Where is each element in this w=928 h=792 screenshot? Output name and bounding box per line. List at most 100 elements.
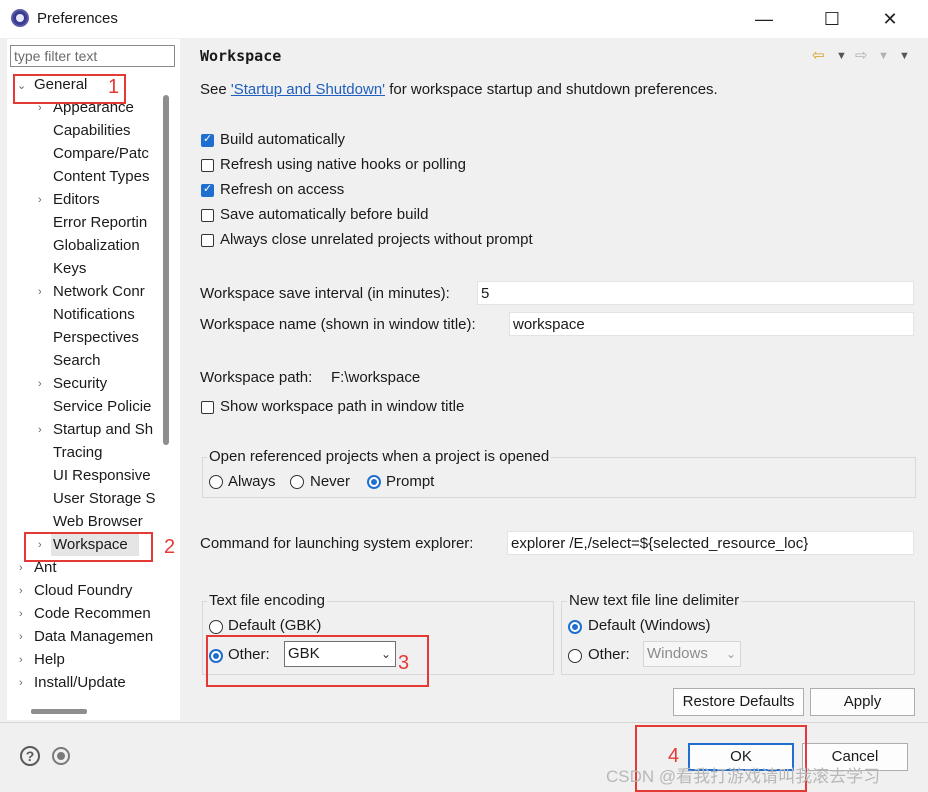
annotation-number-2: 2 [164,536,176,558]
open-ref-always-radio[interactable] [209,475,223,489]
delimiter-other-radio[interactable] [568,649,582,663]
page-title: Workspace [200,47,282,65]
line-delimiter-legend: New text file line delimiter [567,592,742,609]
system-explorer-label: Command for launching system explorer: [200,535,474,552]
tree-item-content-types[interactable]: Content Types [53,166,157,188]
chevron-right-icon[interactable]: › [38,419,42,441]
open-ref-prompt-label[interactable]: Prompt [386,473,434,490]
build-automatically-checkbox[interactable] [201,132,214,147]
delimiter-default-radio[interactable] [568,620,582,634]
encoding-default-label[interactable]: Default (GBK) [228,617,321,634]
open-ref-always-label[interactable]: Always [228,473,276,490]
tree-item-notifications[interactable]: Notifications [53,304,157,326]
back-dropdown-icon[interactable]: ▼ [836,46,847,66]
open-ref-prompt-radio[interactable] [367,475,381,489]
view-menu-icon[interactable]: ▼ [899,46,910,66]
chevron-right-icon[interactable]: › [38,281,42,303]
filter-input[interactable] [10,45,175,67]
delimiter-select[interactable]: Windows ⌄ [643,641,741,667]
footer-separator [0,722,928,723]
tree-item-cloud-foundry[interactable]: Cloud Foundry [34,580,160,602]
open-ref-never-radio[interactable] [290,475,304,489]
show-path-checkbox[interactable] [201,401,214,414]
tree-item-capabilities[interactable]: Capabilities [53,120,161,142]
close-unrelated-projects-label[interactable]: Always close unrelated projects without … [220,231,533,248]
startup-shutdown-intro: See 'Startup and Shutdown' for workspace… [200,81,718,98]
chevron-right-icon[interactable]: › [19,649,23,671]
tree-item-ui-responsiveness[interactable]: UI Responsive [53,465,157,487]
workspace-path-label: Workspace path: [200,369,313,386]
tree-item-network-connections[interactable]: Network Conr [53,281,157,303]
watermark: CSDN @看我打游戏请叫我滚去学习 [606,767,881,786]
chevron-right-icon[interactable]: › [19,557,23,579]
show-path-label[interactable]: Show workspace path in window title [220,398,464,415]
help-icon[interactable]: ? [20,746,40,766]
chevron-right-icon[interactable]: › [19,603,23,625]
tree-item-install-update[interactable]: Install/Update [34,672,160,694]
refresh-native-hooks-checkbox[interactable] [201,159,214,172]
forward-arrow-icon[interactable]: ⇨ [855,46,868,64]
tree-item-service-policies[interactable]: Service Policie [53,396,157,418]
tree-item-code-recommenders[interactable]: Code Recommen [34,603,158,625]
eclipse-app-icon [11,9,29,27]
tree-item-tracing[interactable]: Tracing [53,442,157,464]
save-interval-input[interactable]: 5 [477,281,914,305]
delimiter-default-label[interactable]: Default (Windows) [588,617,711,634]
tree-item-editors[interactable]: Editors [53,189,157,211]
tree-item-globalization[interactable]: Globalization [53,235,157,257]
tree-item-perspectives[interactable]: Perspectives [53,327,157,349]
tree-item-data-management[interactable]: Data Managemen [34,626,158,648]
chevron-right-icon[interactable]: › [19,672,23,694]
chevron-right-icon[interactable]: › [19,580,23,602]
tree-vertical-scrollbar[interactable] [163,95,169,445]
startup-shutdown-link[interactable]: 'Startup and Shutdown' [231,81,385,98]
close-unrelated-projects-checkbox[interactable] [201,234,214,247]
save-before-build-checkbox[interactable] [201,209,214,222]
tree-horizontal-scrollbar[interactable] [31,709,87,714]
tree-item-search[interactable]: Search [53,350,157,372]
refresh-on-access-checkbox[interactable] [201,182,214,197]
tree-item-help[interactable]: Help [34,649,160,671]
refresh-on-access-label[interactable]: Refresh on access [220,181,344,198]
text-file-encoding-legend: Text file encoding [207,592,327,609]
save-before-build-label[interactable]: Save automatically before build [220,206,428,223]
apply-button[interactable]: Apply [810,688,915,716]
close-window-button[interactable]: ✕ [867,0,913,38]
delimiter-other-label[interactable]: Other: [588,646,630,663]
chevron-right-icon[interactable]: › [38,373,42,395]
tree-item-compare-patch[interactable]: Compare/Patc [53,143,157,165]
annotation-number-3: 3 [398,652,410,674]
encoding-default-radio[interactable] [209,620,223,634]
refresh-native-hooks-label[interactable]: Refresh using native hooks or polling [220,156,466,173]
forward-dropdown-icon[interactable]: ▼ [878,46,889,66]
back-arrow-icon[interactable]: ⇦ [812,46,825,64]
intro-suffix: for workspace startup and shutdown prefe… [385,81,718,98]
maximize-button[interactable]: ☐ [809,0,855,38]
tree-item-error-reporting[interactable]: Error Reportin [53,212,157,234]
save-interval-label: Workspace save interval (in minutes): [200,285,450,302]
workspace-name-label: Workspace name (shown in window title): [200,316,476,333]
record-icon[interactable] [52,747,70,765]
open-referenced-projects-legend: Open referenced projects when a project … [207,448,552,465]
annotation-number-1: 1 [108,76,120,98]
title-bar: Preferences — ☐ ✕ [0,0,928,38]
tree-item-keys[interactable]: Keys [53,258,157,280]
tree-item-security[interactable]: Security [53,373,157,395]
minimize-button[interactable]: — [741,0,787,38]
tree-item-web-browser[interactable]: Web Browser [53,511,157,533]
build-automatically-label[interactable]: Build automatically [220,131,345,148]
open-ref-never-label[interactable]: Never [310,473,350,490]
chevron-right-icon[interactable]: › [38,189,42,211]
restore-defaults-button[interactable]: Restore Defaults [673,688,804,716]
tree-item-startup-shutdown[interactable]: Startup and Sh [53,419,157,441]
tree-item-user-storage[interactable]: User Storage S [53,488,157,510]
annotation-box-2 [24,532,153,562]
workspace-name-input[interactable]: workspace [509,312,914,336]
annotation-box-3 [206,635,429,687]
system-explorer-input[interactable]: explorer /E,/select=${selected_resource_… [507,531,914,555]
preferences-window: Preferences — ☐ ✕ ⌄ General › Appearance… [0,0,928,792]
window-title: Preferences [37,10,118,27]
intro-prefix: See [200,81,231,98]
page-header [190,39,920,73]
chevron-right-icon[interactable]: › [19,626,23,648]
